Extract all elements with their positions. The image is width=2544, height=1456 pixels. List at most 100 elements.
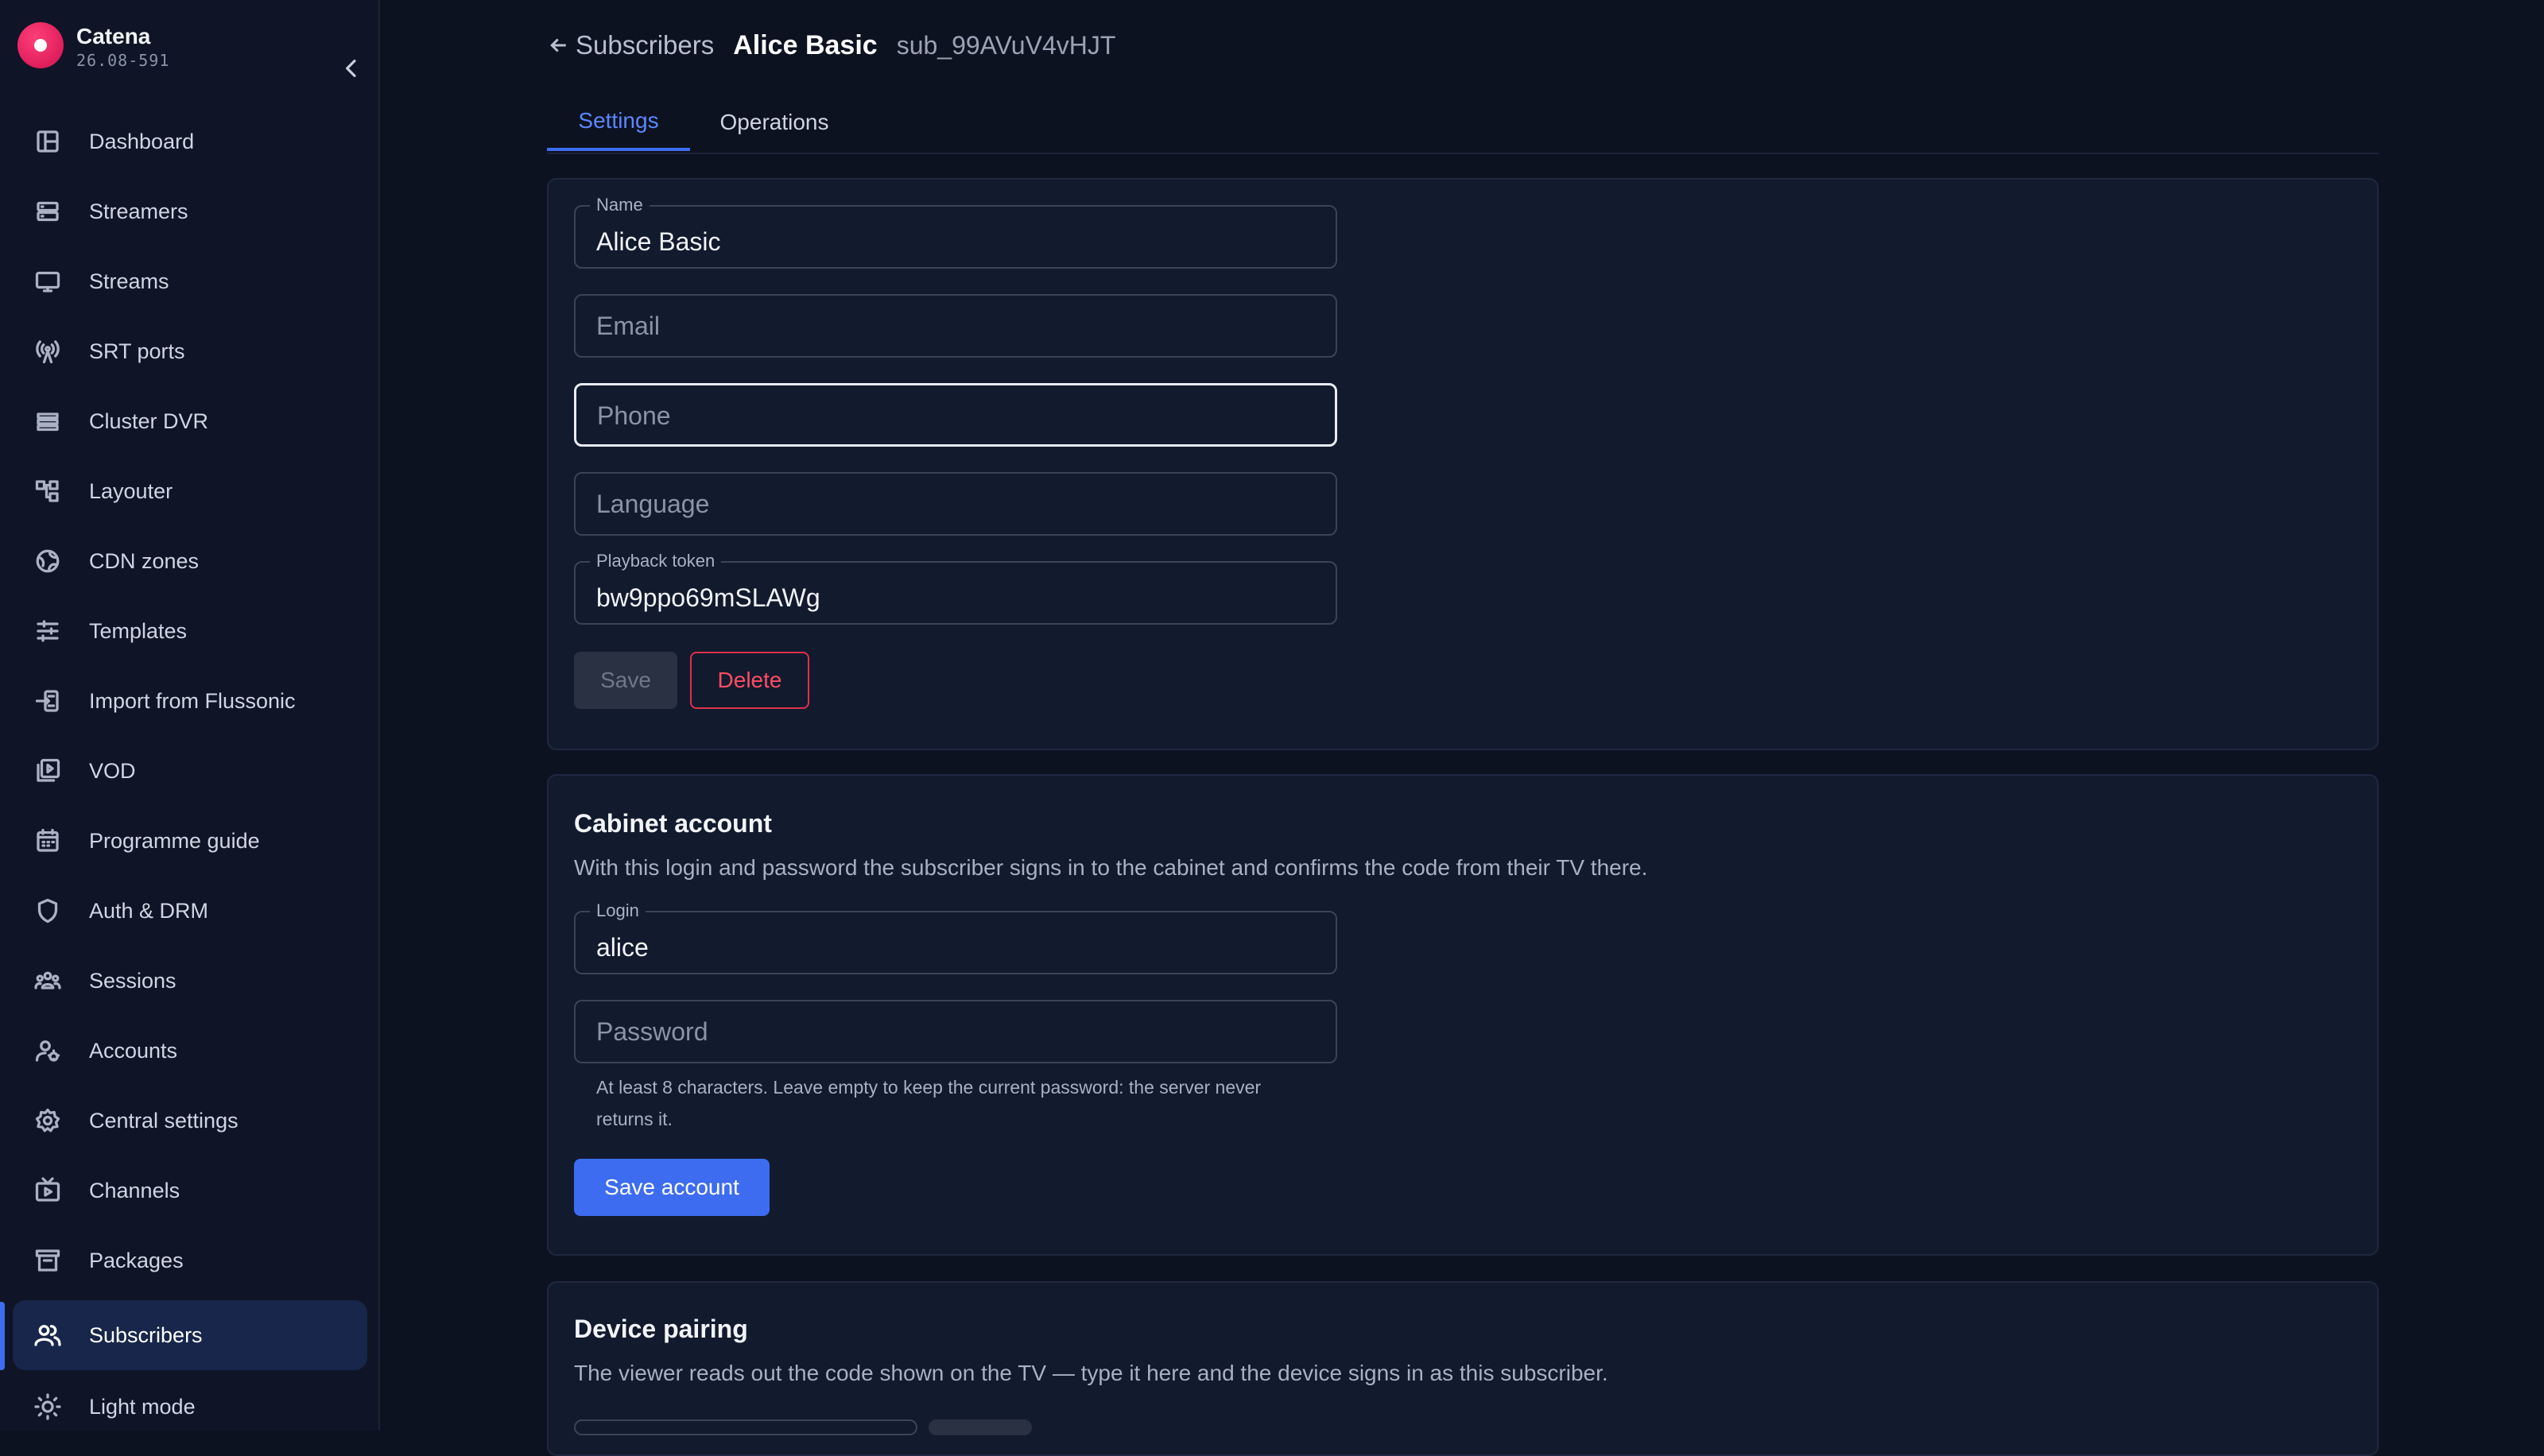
phone-input[interactable] bbox=[597, 385, 1313, 446]
sidebar-item-label: Light mode bbox=[89, 1394, 196, 1419]
gear-icon bbox=[35, 1108, 60, 1133]
sidebar-item-label: Cluster DVR bbox=[89, 409, 209, 433]
tv-icon bbox=[35, 1177, 60, 1202]
sidebar-item-label: Layouter bbox=[89, 478, 173, 503]
sidebar-item-label: SRT ports bbox=[89, 339, 185, 363]
sidebar-item-label: Subscribers bbox=[89, 1322, 203, 1347]
pairing-description: The viewer reads out the code shown on t… bbox=[574, 1361, 1608, 1385]
sidebar-item-label: Import from Flussonic bbox=[89, 688, 296, 713]
tab-settings[interactable]: Settings bbox=[547, 94, 690, 151]
settings-card: Name Playback token Save Delete bbox=[547, 178, 2379, 750]
language-input[interactable] bbox=[596, 474, 1312, 534]
sidebar-item-templates[interactable]: Templates bbox=[13, 596, 367, 666]
sidebar-item-label: Packages bbox=[89, 1248, 184, 1272]
phone-field[interactable] bbox=[574, 383, 1337, 447]
app-version: 26.08-591 bbox=[76, 51, 170, 70]
users-icon bbox=[34, 1325, 61, 1346]
cabinet-description: With this login and password the subscri… bbox=[574, 855, 1648, 880]
light-mode-toggle[interactable]: Light mode bbox=[13, 1372, 367, 1442]
sidebar-item-label: CDN zones bbox=[89, 548, 200, 573]
language-field[interactable] bbox=[574, 472, 1337, 536]
catena-logo-icon bbox=[17, 22, 64, 68]
sidebar-item-layouter[interactable]: Layouter bbox=[13, 456, 367, 526]
sidebar-item-label: Sessions bbox=[89, 968, 176, 993]
sidebar-item-auth-drm[interactable]: Auth & DRM bbox=[13, 876, 367, 946]
layout-icon bbox=[35, 480, 59, 502]
sidebar-item-central-settings[interactable]: Central settings bbox=[13, 1086, 367, 1156]
password-field[interactable] bbox=[574, 1000, 1337, 1063]
breadcrumb: Subscribers Alice Basic sub_99AVuV4vHJT bbox=[547, 25, 1115, 65]
login-field[interactable]: Login bbox=[574, 900, 1337, 978]
sidebar-item-programme-guide[interactable]: Programme guide bbox=[13, 806, 367, 876]
sidebar-item-label: Auth & DRM bbox=[89, 898, 209, 923]
name-input[interactable] bbox=[596, 211, 1312, 272]
video-library-icon bbox=[37, 758, 60, 782]
sidebar-item-sessions[interactable]: Sessions bbox=[13, 946, 367, 1016]
collapse-sidebar-button[interactable] bbox=[339, 54, 364, 83]
email-field[interactable] bbox=[574, 294, 1337, 358]
device-pairing-card: Device pairing The viewer reads out the … bbox=[547, 1281, 2379, 1456]
storage-icon bbox=[37, 412, 59, 432]
password-hint: At least 8 characters. Leave empty to ke… bbox=[596, 1077, 1262, 1129]
password-input[interactable] bbox=[596, 1001, 1312, 1062]
cabinet-account-card: Cabinet account With this login and pass… bbox=[547, 774, 2379, 1256]
sidebar-item-srt-ports[interactable]: SRT ports bbox=[13, 316, 367, 386]
save-account-button[interactable]: Save account bbox=[574, 1159, 770, 1216]
active-indicator bbox=[0, 1302, 5, 1370]
chevron-left-icon bbox=[346, 60, 356, 77]
playback-token-field[interactable]: Playback token bbox=[574, 551, 1337, 628]
calendar-icon bbox=[37, 828, 59, 852]
sidebar-item-label: Central settings bbox=[89, 1108, 238, 1133]
sidebar-item-channels[interactable]: Channels bbox=[13, 1156, 367, 1226]
sidebar-item-label: Dashboard bbox=[89, 129, 195, 153]
sidebar-item-label: Programme guide bbox=[89, 828, 260, 853]
sidebar-item-subscribers[interactable]: Subscribers bbox=[13, 1300, 367, 1370]
tab-operations[interactable]: Operations bbox=[703, 94, 846, 151]
brand[interactable]: Catena 26.08-591 bbox=[17, 22, 367, 77]
sidebar-item-label: Streams bbox=[89, 269, 169, 293]
save-button[interactable]: Save bbox=[574, 652, 677, 709]
pairing-code-input[interactable] bbox=[574, 1419, 917, 1435]
sidebar: Catena 26.08-591 Dashboard Streamers Str… bbox=[0, 0, 380, 1431]
sidebar-item-cdn-zones[interactable]: CDN zones bbox=[13, 526, 367, 596]
sidebar-item-packages[interactable]: Packages bbox=[13, 1226, 367, 1295]
email-input[interactable] bbox=[596, 296, 1312, 356]
sidebar-item-import-from-flussonic[interactable]: Import from Flussonic bbox=[13, 666, 367, 736]
sidebar-item-dashboard[interactable]: Dashboard bbox=[13, 106, 367, 176]
group-icon bbox=[34, 971, 61, 989]
import-icon bbox=[35, 690, 59, 712]
globe-icon bbox=[36, 549, 60, 573]
sidebar-item-streamers[interactable]: Streamers bbox=[13, 176, 367, 246]
breadcrumb-parent: Subscribers bbox=[576, 30, 715, 60]
cabinet-title: Cabinet account bbox=[574, 809, 772, 838]
user-gear-icon bbox=[35, 1040, 60, 1062]
archive-icon bbox=[35, 1249, 60, 1272]
antenna-icon bbox=[36, 340, 60, 364]
shield-icon bbox=[37, 898, 58, 924]
playback-token-input[interactable] bbox=[596, 567, 1312, 628]
server-icon bbox=[37, 201, 59, 222]
name-field[interactable]: Name bbox=[574, 195, 1337, 272]
app-name: Catena bbox=[76, 24, 151, 48]
pair-button[interactable] bbox=[929, 1419, 1032, 1435]
sidebar-item-label: VOD bbox=[89, 758, 136, 783]
sidebar-item-streams[interactable]: Streams bbox=[13, 246, 367, 316]
monitor-icon bbox=[35, 271, 60, 292]
tab-bar: Settings Operations bbox=[547, 94, 2379, 154]
pairing-title: Device pairing bbox=[574, 1315, 748, 1343]
sidebar-item-label: Streamers bbox=[89, 199, 188, 223]
sliders-icon bbox=[37, 620, 59, 642]
back-to-subscribers-link[interactable]: Subscribers bbox=[547, 30, 714, 60]
sidebar-item-label: Templates bbox=[89, 618, 188, 643]
sun-icon bbox=[34, 1393, 61, 1420]
login-input[interactable] bbox=[596, 917, 1312, 978]
sidebar-item-accounts[interactable]: Accounts bbox=[13, 1016, 367, 1086]
sidebar-item-label: Accounts bbox=[89, 1038, 178, 1063]
sidebar-item-cluster-dvr[interactable]: Cluster DVR bbox=[13, 386, 367, 456]
sidebar-item-label: Channels bbox=[89, 1178, 180, 1202]
arrow-left-icon bbox=[550, 38, 566, 52]
subscriber-id: sub_99AVuV4vHJT bbox=[896, 30, 1116, 60]
sidebar-item-vod[interactable]: VOD bbox=[13, 736, 367, 806]
delete-button[interactable]: Delete bbox=[690, 652, 809, 709]
dashboard-icon bbox=[37, 130, 59, 153]
